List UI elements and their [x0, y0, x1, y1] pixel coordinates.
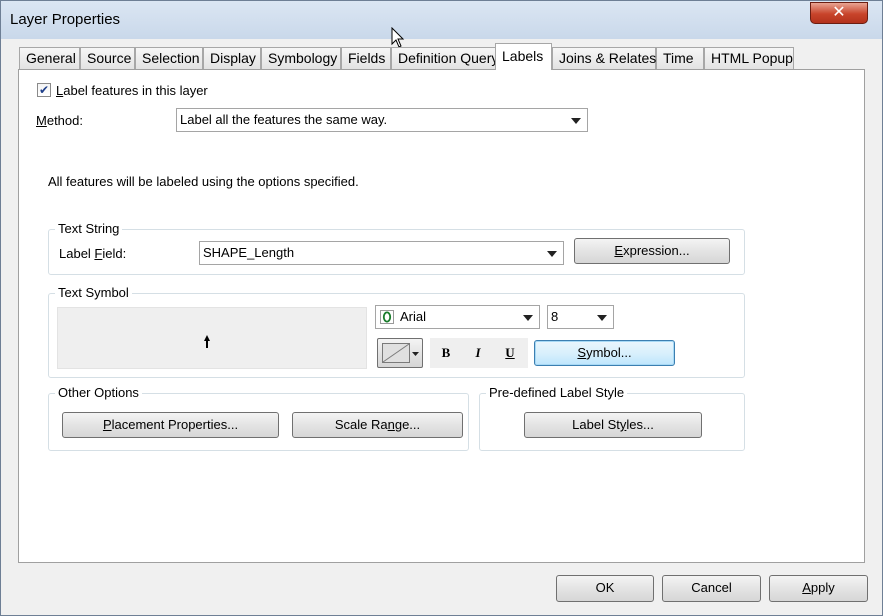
- label-field-dropdown[interactable]: SHAPE_Length: [199, 241, 564, 265]
- label-features-label[interactable]: Label features in this layer: [56, 83, 208, 98]
- tab-definition-query[interactable]: Definition Query: [391, 47, 498, 69]
- color-picker-button[interactable]: [377, 338, 423, 368]
- other-options-group: Other Options Placement Properties... Sc…: [48, 385, 469, 451]
- method-label: Method:: [36, 113, 83, 128]
- tab-labels[interactable]: Labels: [495, 43, 552, 70]
- window-title: Layer Properties: [10, 11, 121, 28]
- tab-time[interactable]: Time: [656, 47, 704, 69]
- placement-properties-button[interactable]: Placement Properties...: [62, 412, 279, 438]
- font-style-toolbar: B I U: [430, 338, 528, 368]
- chevron-down-icon: [597, 315, 607, 321]
- tab-fields[interactable]: Fields: [341, 47, 391, 69]
- font-size-value: 8: [551, 309, 559, 324]
- tab-display[interactable]: Display: [203, 47, 261, 69]
- mouse-cursor-icon: [391, 27, 405, 48]
- predefined-label-style-group-label: Pre-defined Label Style: [486, 385, 628, 400]
- chevron-down-icon: [547, 251, 557, 257]
- ok-button[interactable]: OK: [556, 575, 654, 602]
- label-features-checkbox[interactable]: ✔: [37, 83, 51, 97]
- method-value: Label all the features the same way.: [180, 112, 388, 127]
- opentype-font-icon: [380, 310, 394, 324]
- font-dropdown[interactable]: Arial: [375, 305, 540, 329]
- color-swatch-icon: [382, 343, 410, 363]
- tab-symbology[interactable]: Symbology: [261, 47, 341, 69]
- method-dropdown[interactable]: Label all the features the same way.: [176, 108, 588, 132]
- text-string-group: Text String Label Field: SHAPE_Length Ex…: [48, 221, 745, 275]
- tab-joins-relates[interactable]: Joins & Relates: [552, 47, 656, 69]
- italic-button[interactable]: I: [465, 342, 491, 364]
- font-size-dropdown[interactable]: 8: [547, 305, 614, 329]
- close-button[interactable]: ✕: [810, 2, 868, 24]
- tab-general[interactable]: General: [19, 47, 80, 69]
- text-symbol-group: Text Symbol Arial 8 B I U Symbol...: [48, 285, 745, 378]
- underline-button[interactable]: U: [497, 342, 523, 364]
- label-styles-button[interactable]: Label Styles...: [524, 412, 702, 438]
- tab-source[interactable]: Source: [80, 47, 135, 69]
- symbol-preview: [57, 307, 367, 369]
- cancel-button[interactable]: Cancel: [662, 575, 761, 602]
- labels-tab-panel: ✔ Label features in this layer Method: L…: [18, 69, 865, 563]
- label-sample-glyph-icon: [204, 335, 210, 348]
- text-symbol-group-label: Text Symbol: [55, 285, 132, 300]
- apply-button[interactable]: Apply: [769, 575, 868, 602]
- layer-properties-dialog: Layer Properties ✕ General Source Select…: [0, 0, 883, 616]
- label-field-label: Label Field:: [59, 246, 127, 261]
- tab-html-popup[interactable]: HTML Popup: [704, 47, 794, 69]
- expression-button[interactable]: Expression...: [574, 238, 730, 264]
- text-string-group-label: Text String: [55, 221, 123, 236]
- tab-selection[interactable]: Selection: [135, 47, 203, 69]
- bold-button[interactable]: B: [433, 342, 459, 364]
- title-bar[interactable]: Layer Properties ✕: [1, 1, 882, 39]
- chevron-down-icon: [412, 352, 419, 356]
- font-value: Arial: [400, 309, 427, 324]
- description-text: All features will be labeled using the o…: [48, 174, 359, 189]
- scale-range-button[interactable]: Scale Range...: [292, 412, 463, 438]
- chevron-down-icon: [523, 315, 533, 321]
- chevron-down-icon: [571, 118, 581, 124]
- label-field-value: SHAPE_Length: [203, 245, 295, 260]
- predefined-label-style-group: Pre-defined Label Style Label Styles...: [479, 385, 745, 451]
- symbol-button[interactable]: Symbol...: [534, 340, 675, 366]
- other-options-group-label: Other Options: [55, 385, 142, 400]
